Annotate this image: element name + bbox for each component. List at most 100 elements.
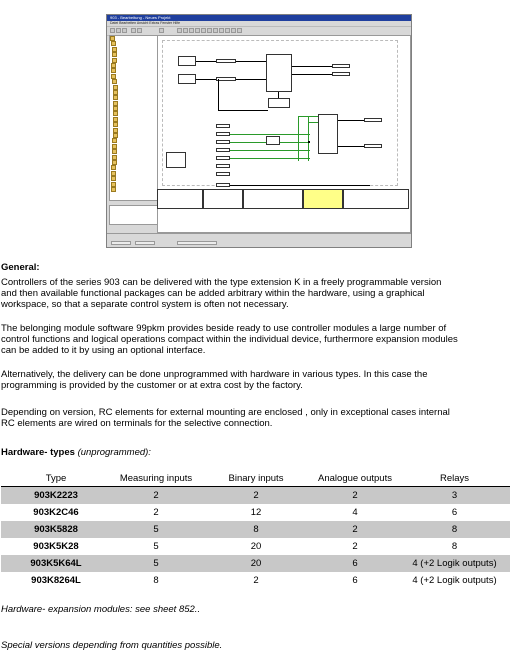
toolbar-icon — [177, 28, 182, 33]
software-screenshot: 903 - Bearbeitung - Neues Projekt Datei … — [106, 14, 412, 248]
cell-relays: 3 — [451, 490, 458, 501]
toolbar-icon — [110, 28, 115, 33]
cell-type: 903K5828 — [34, 524, 78, 535]
column-header-binary-inputs: Binary inputs — [228, 473, 284, 484]
table-row: 903K5K28 5 20 2 8 — [1, 538, 510, 555]
status-field — [135, 241, 155, 245]
signal-label — [216, 183, 230, 187]
cell-measuring-inputs: 2 — [153, 490, 159, 501]
toolbar-icon — [116, 28, 121, 33]
cell-relays: 6 — [451, 507, 458, 518]
cell-measuring-inputs: 2 — [153, 507, 159, 518]
signal-label — [216, 164, 230, 168]
table-row: 903K5828 5 8 2 8 — [1, 521, 510, 538]
column-header-type: Type — [45, 473, 67, 484]
hardware-heading-text: Hardware- types — [1, 447, 75, 458]
toolbar-icon — [122, 28, 127, 33]
signal-label — [216, 59, 236, 63]
general-para4-line2: RC elements are wired on terminals for t… — [1, 418, 273, 429]
function-block — [268, 98, 290, 108]
hardware-heading-suffix: (unprogrammed): — [77, 447, 151, 458]
status-field — [177, 241, 217, 245]
signal-label — [216, 124, 230, 128]
cell-type: 903K5K64L — [30, 558, 82, 569]
general-para1-line3: workspace, so that a separate control sy… — [1, 299, 289, 310]
general-para3-line2: programming is provided by the customer … — [1, 380, 303, 391]
cell-binary-inputs: 12 — [250, 507, 262, 518]
drawing-title-block — [157, 189, 409, 209]
table-row: 903K5K64L 5 20 6 4 (+2 Logik outputs) — [1, 555, 510, 572]
signal-label — [216, 172, 230, 176]
cell-measuring-inputs: 5 — [153, 558, 159, 569]
toolbar-icon — [189, 28, 194, 33]
general-para3-line1: Alternatively, the delivery can be done … — [1, 369, 428, 380]
signal-label — [216, 132, 230, 136]
toolbar-icon — [213, 28, 218, 33]
table-row: 903K8264L 8 2 6 4 (+2 Logik outputs) — [1, 572, 510, 589]
cell-analogue-outputs: 4 — [352, 507, 358, 518]
toolbar-icon — [225, 28, 230, 33]
toolbar-icon — [219, 28, 224, 33]
general-heading: General: — [1, 262, 40, 273]
general-para2-line3: can be added to it by using an optional … — [1, 345, 206, 356]
tree-item — [110, 186, 157, 192]
toolbar-icon — [131, 28, 136, 33]
toolbar-icon — [231, 28, 236, 33]
signal-label — [216, 77, 236, 81]
function-block — [178, 74, 196, 84]
signal-label — [332, 64, 350, 68]
cell-type: 903K8264L — [31, 575, 81, 586]
cell-analogue-outputs: 2 — [352, 490, 358, 501]
cell-relays: 4 (+2 Logik outputs) — [412, 575, 497, 586]
signal-label — [216, 156, 230, 160]
cell-type: 903K2C46 — [33, 507, 79, 518]
properties-panel — [109, 205, 158, 225]
column-header-relays: Relays — [439, 473, 470, 484]
cell-measuring-inputs: 8 — [153, 575, 159, 586]
note-block — [166, 152, 186, 168]
cell-measuring-inputs: 5 — [153, 541, 159, 552]
function-block — [266, 136, 280, 145]
cell-binary-inputs: 20 — [250, 541, 262, 552]
table-row: 903K2C46 2 12 4 6 — [1, 504, 510, 521]
signal-label — [216, 140, 230, 144]
toolbar-icon — [159, 28, 164, 33]
function-block — [178, 56, 196, 66]
cell-analogue-outputs: 6 — [352, 575, 358, 586]
cell-measuring-inputs: 5 — [153, 524, 159, 535]
toolbar-icon — [137, 28, 142, 33]
cell-relays: 4 (+2 Logik outputs) — [412, 558, 497, 569]
column-header-measuring-inputs: Measuring inputs — [119, 473, 193, 484]
general-para1-line1: Controllers of the series 903 can be del… — [1, 277, 442, 288]
toolbar-icon — [207, 28, 212, 33]
company-logo-cell — [243, 189, 303, 209]
hardware-types-table: Type Measuring inputs Binary inputs Anal… — [1, 473, 510, 589]
cell-type: 903K5K28 — [33, 541, 79, 552]
toolbar-icon — [183, 28, 188, 33]
column-header-analogue-outputs: Analogue outputs — [318, 473, 392, 484]
table-row: 903K2223 2 2 2 3 — [1, 487, 510, 504]
signal-label — [332, 72, 350, 76]
signal-label — [364, 144, 382, 148]
toolbar-icon — [201, 28, 206, 33]
general-para1-line2: and then available functional packages c… — [1, 288, 425, 299]
project-tree — [109, 35, 158, 201]
signal-label — [216, 148, 230, 152]
cell-relays: 8 — [451, 524, 458, 535]
general-para4-line1: Depending on version, RC elements for ex… — [1, 407, 450, 418]
cell-analogue-outputs: 2 — [352, 524, 358, 535]
toolbar-icon — [195, 28, 200, 33]
cell-binary-inputs: 8 — [253, 524, 259, 535]
status-bar — [107, 233, 411, 247]
cell-binary-inputs: 2 — [253, 575, 259, 586]
general-para2-line2: control functions and logical operations… — [1, 334, 458, 345]
hardware-types-heading: Hardware- types (unprogrammed): — [1, 447, 151, 459]
table-header-row: Type Measuring inputs Binary inputs Anal… — [1, 473, 510, 487]
logic-block — [318, 114, 338, 154]
project-cell — [303, 189, 343, 209]
cell-analogue-outputs: 6 — [352, 558, 358, 569]
cell-binary-inputs: 20 — [250, 558, 262, 569]
revision-cells — [157, 189, 203, 209]
special-versions-note: Special versions depending from quantiti… — [1, 640, 223, 651]
controller-block — [266, 54, 292, 92]
